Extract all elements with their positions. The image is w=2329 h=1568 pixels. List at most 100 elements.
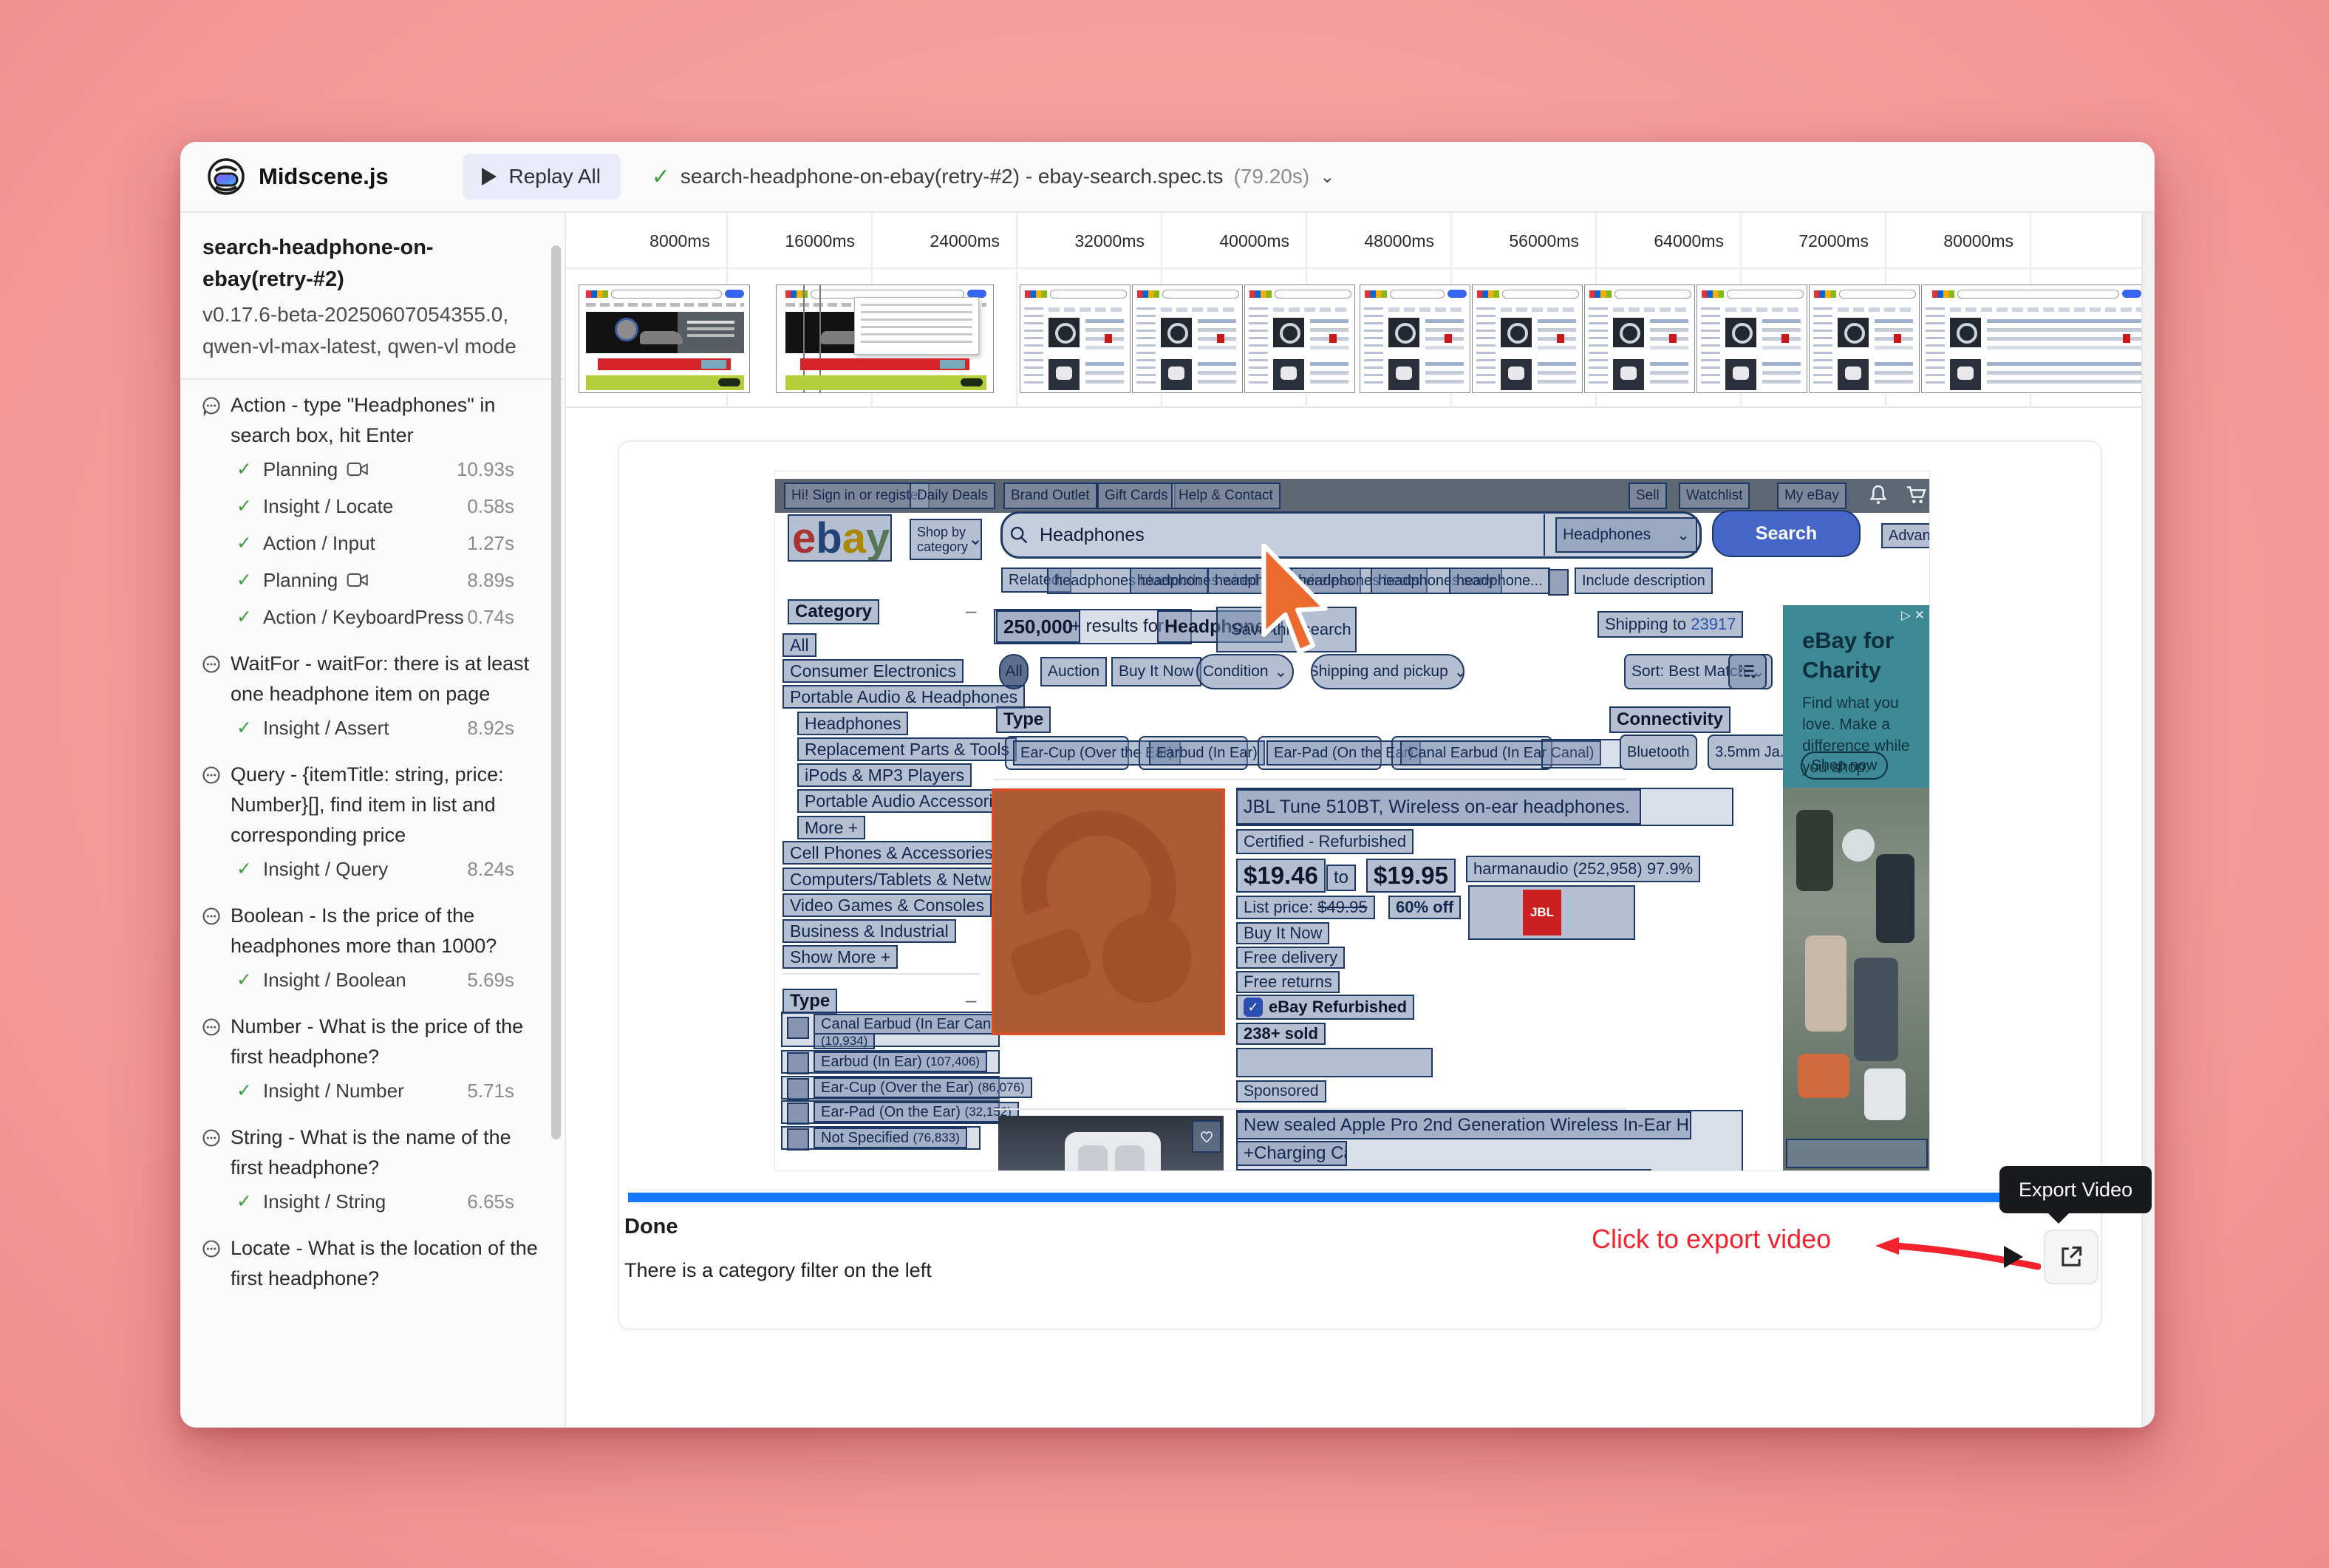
timeline-thumbnail-results[interactable] [1697,284,1807,393]
item2-title-line2[interactable]: +Charging Case [1236,1141,1347,1166]
category-item[interactable]: Consumer Electronics [782,659,964,683]
ad-controls[interactable]: ▷ ✕ [1901,608,1925,623]
ebay-logo[interactable]: ebay [788,514,892,562]
timeline-thumbnail-results[interactable] [1472,284,1583,393]
related-chip[interactable]: headphone... [1449,567,1550,594]
charity-ad[interactable]: ▷ ✕ eBay for Charity Find what you love.… [1783,605,1930,1171]
category-item[interactable]: Portable Audio Accessories [797,789,1018,813]
category-item[interactable]: Replacement Parts & Tools [797,737,1017,761]
search-button[interactable]: Search [1712,510,1861,557]
type-filter-checkbox[interactable] [787,1128,809,1151]
type-filter-checkbox[interactable] [787,1017,809,1039]
nav-my-ebay[interactable]: My eBay [1777,483,1847,509]
item2-image[interactable] [998,1116,1224,1171]
filter-shipping-pickup[interactable]: Shipping and pickup⌄ [1311,654,1464,689]
category-item[interactable]: Show More + [782,945,898,969]
shipping-to[interactable]: Shipping to 23917 [1597,611,1743,638]
window-scrollbar-track[interactable] [2141,213,2155,1428]
type-filter-checkbox[interactable] [787,1052,809,1074]
nav-gift-cards[interactable]: Gift Cards [1097,483,1176,509]
step-row[interactable]: ✓Action / Input1.27s [201,525,544,562]
nav-signin[interactable]: Hi! Sign in or register [784,483,930,509]
cart-icon[interactable] [1904,483,1928,507]
type-filter-checkbox[interactable] [787,1102,809,1125]
step-group-header[interactable]: Query - {itemTitle: string, price: Numbe… [201,760,544,851]
step-row[interactable]: ✓Insight / Number5.71s [201,1072,544,1109]
step-row[interactable]: ✓Insight / String6.65s [201,1183,544,1220]
step-row[interactable]: ✓Insight / Locate0.58s [201,488,544,525]
category-item[interactable]: Portable Audio & Headphones [782,685,1025,709]
category-item[interactable]: Cell Phones & Accessories [782,841,1000,865]
filter-auction[interactable]: Auction [1040,657,1107,686]
step-row[interactable]: ✓Insight / Assert8.92s [201,709,544,746]
bell-icon[interactable] [1866,483,1890,507]
step-row[interactable]: ✓Planning10.93s [201,451,544,488]
nav-help-contact[interactable]: Help & Contact [1171,483,1281,509]
include-description-label[interactable]: Include description [1575,567,1713,594]
spec-title-row[interactable]: ✓ search-headphone-on-ebay(retry-#2) - e… [652,164,1335,190]
nav-watchlist[interactable]: Watchlist [1679,483,1750,509]
category-item[interactable]: Business & Industrial [782,919,956,943]
midscene-report-window: Midscene.js Replay All ✓ search-headphon… [180,142,2155,1428]
timeline-thumbnail-results[interactable] [1584,284,1695,393]
step-row[interactable]: ✓Insight / Boolean5.69s [201,961,544,998]
nav-sell[interactable]: Sell [1629,483,1667,509]
item1-image[interactable] [992,788,1225,1035]
connectivity-chip[interactable]: Bluetooth [1620,734,1697,770]
search-input-value[interactable]: Headphones [1040,525,1145,546]
step-row[interactable]: ✓Planning8.89s [201,562,544,599]
step-group-header[interactable]: Action - type "Headphones" in search box… [201,390,544,451]
filter-condition[interactable]: Condition⌄ [1196,654,1294,689]
step-row[interactable]: ✓Insight / Query8.24s [201,851,544,887]
export-video-button[interactable] [2044,1230,2098,1284]
shipping-zip[interactable]: 23917 [1691,615,1736,634]
replay-all-button[interactable]: Replay All [463,154,621,200]
item2-heart-button[interactable] [1192,1120,1221,1153]
advanced-link[interactable]: Advanced [1881,523,1930,548]
category-item[interactable]: Headphones [797,712,908,735]
category-item[interactable]: Video Games & Consoles [782,893,992,917]
search-scope-select[interactable]: Headphones⌄ [1555,517,1697,553]
item1-seller[interactable]: harmanaudio (252,958) 97.9% [1466,856,1700,882]
nav-brand-outlet[interactable]: Brand Outlet [1003,483,1097,509]
category-item[interactable]: More + [797,816,865,839]
timeline-thumbnail-results[interactable] [1809,284,1920,393]
item1-title[interactable]: JBL Tune 510BT, Wireless on-ear headphon… [1236,789,1641,825]
timeline-tick: 48000ms [1307,213,1443,269]
item2-title-line1[interactable]: New sealed Apple Pro 2nd Generation Wire… [1236,1111,1691,1139]
step-group-header[interactable]: Locate - What is the location of the fir… [201,1233,544,1294]
connectivity-chip-partial[interactable] [1541,739,1621,768]
timeline-thumbnail-results[interactable] [1244,284,1355,393]
search-suggestions-mini [854,297,979,355]
video-camera-icon[interactable] [347,460,369,478]
play-replay-icon[interactable] [2004,1246,2023,1268]
include-description-checkbox[interactable] [1548,569,1569,596]
filter-all-pill[interactable]: All [999,654,1029,689]
timeline-thumbnail-results[interactable] [1132,284,1243,393]
category-item[interactable]: iPods & MP3 Players [797,763,972,787]
shop-by-category-button[interactable]: Shop bycategory⌄ [910,519,982,560]
step-group-header[interactable]: String - What is the name of the first h… [201,1122,544,1183]
timeline-thumbnail-homepage-dropdown[interactable] [776,284,994,393]
timeline-thumbnail-results[interactable] [1020,284,1131,393]
timeline-thumbnail-results-ad[interactable] [1921,284,2155,393]
collapse-icon[interactable]: – [966,599,976,622]
type-filter-checkbox[interactable] [787,1078,809,1100]
replay-progress-bar[interactable] [628,1193,1999,1202]
category-item[interactable]: All [782,633,816,657]
filter-buy-it-now[interactable]: Buy It Now [1111,657,1201,686]
step-group-header[interactable]: Boolean - Is the price of the headphones… [201,901,544,961]
ad-shop-now-button[interactable]: Shop now [1801,751,1888,780]
view-options-button[interactable] [1728,654,1767,689]
check-icon: ✓ [236,495,263,517]
item1-price-word: to [1326,865,1356,891]
step-group-header[interactable]: Number - What is the price of the first … [201,1012,544,1072]
step-group-header[interactable]: WaitFor - waitFor: there is at least one… [201,649,544,709]
video-camera-icon[interactable] [347,571,369,589]
sidebar-scrollbar[interactable] [551,245,561,1139]
nav-daily-deals[interactable]: Daily Deals [910,483,995,509]
step-row[interactable]: ✓Action / KeyboardPress0.74s [201,599,544,635]
timeline-thumbnail-results[interactable] [1360,284,1470,393]
collapse-icon[interactable]: – [966,989,976,1012]
timeline-thumbnail-homepage[interactable] [579,284,750,393]
